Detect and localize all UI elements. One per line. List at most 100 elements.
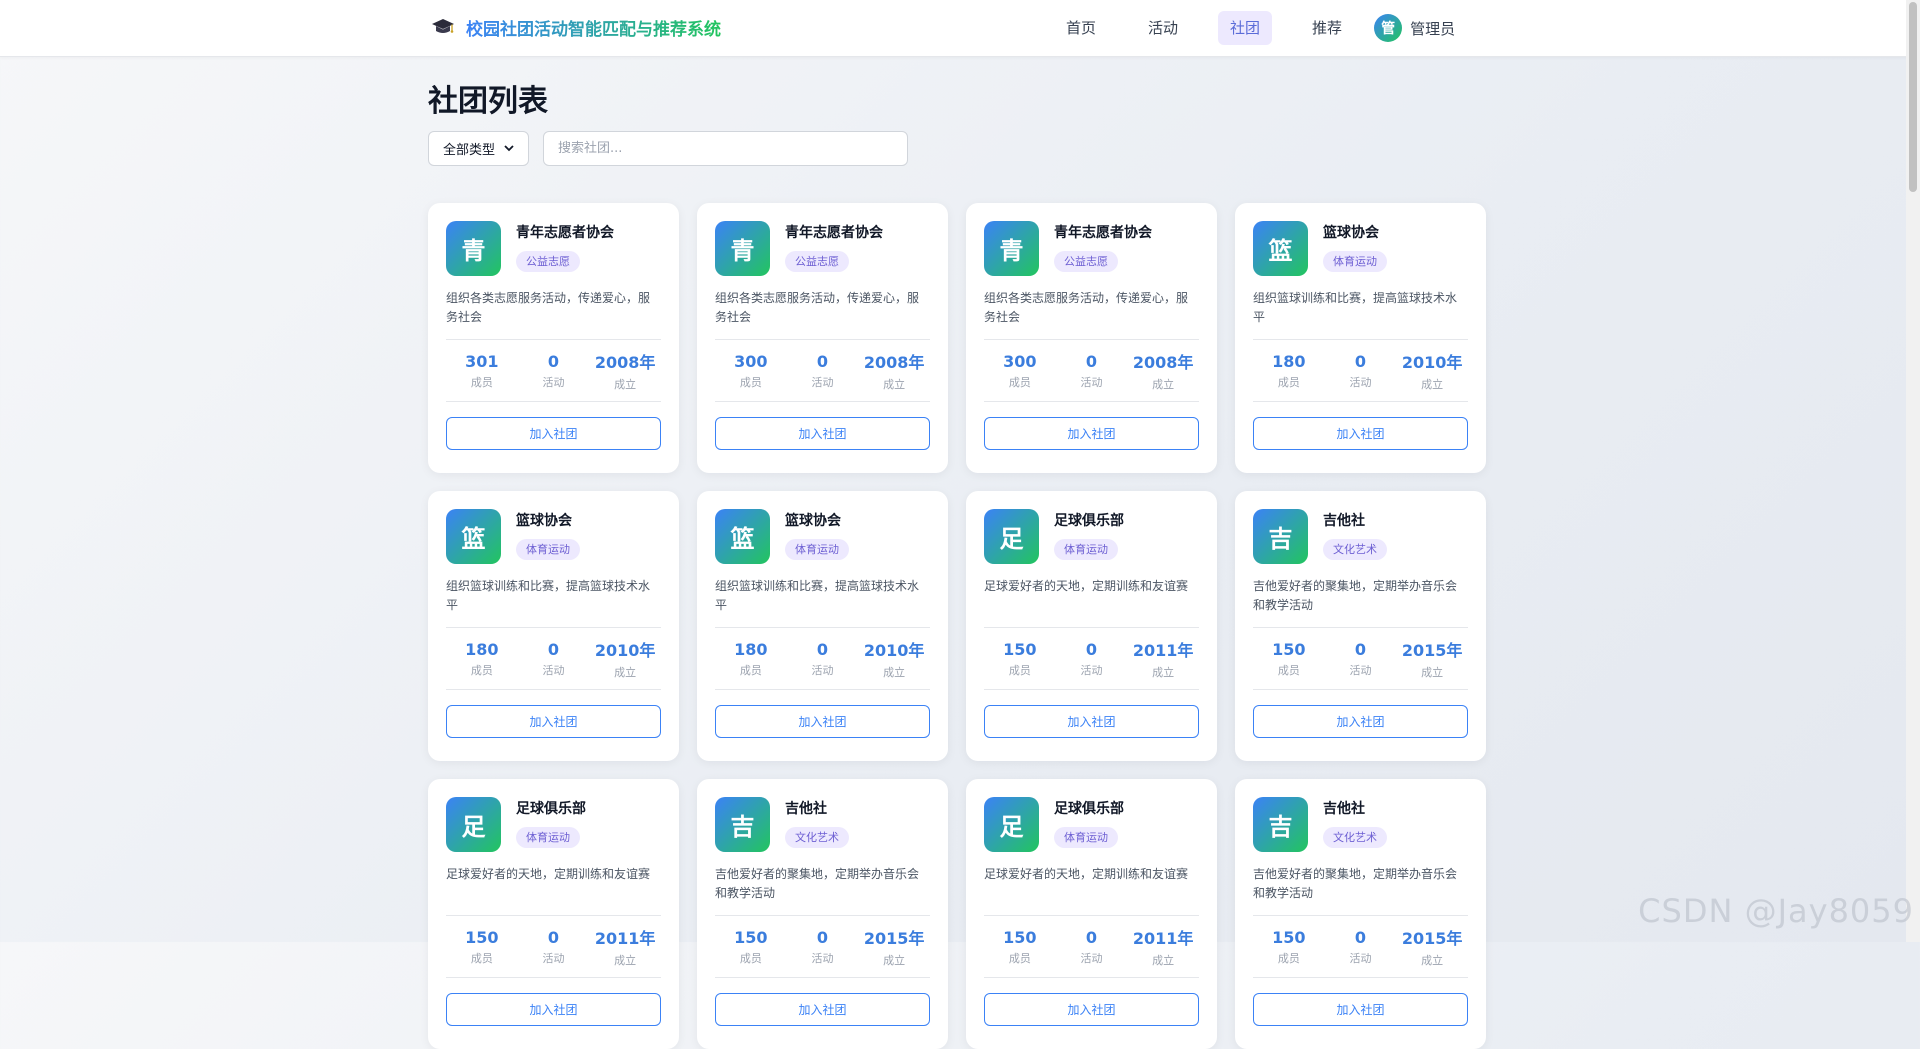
user-name: 管理员 <box>1410 19 1456 38</box>
club-name[interactable]: 吉他社 <box>1323 798 1387 818</box>
club-description: 组织篮球训练和比赛，提高篮球技术水平 <box>446 579 651 612</box>
club-category-tag: 公益志愿 <box>785 251 849 272</box>
club-name[interactable]: 吉他社 <box>785 798 849 818</box>
founded-label: 成立 <box>1152 378 1175 391</box>
type-filter-select[interactable]: 全部类型 <box>428 131 529 166</box>
club-category-tag: 体育运动 <box>516 539 580 560</box>
members-count: 300 <box>1003 351 1037 371</box>
club-card: 青 青年志愿者协会 公益志愿 组织各类志愿服务活动，传递爱心，服务社会 300 … <box>697 203 948 473</box>
activities-count: 0 <box>547 351 560 371</box>
nav-activities[interactable]: 活动 <box>1136 11 1190 45</box>
watermark: CSDN @Jay8059 <box>1638 892 1914 930</box>
club-card-header: 篮 篮球协会 体育运动 <box>446 509 661 564</box>
club-card-header: 足 足球俱乐部 体育运动 <box>984 509 1199 564</box>
club-description: 足球爱好者的天地，定期训练和友谊赛 <box>984 867 1189 881</box>
club-stats: 180 成员 0 活动 2010年 成立 <box>1253 339 1468 402</box>
club-name[interactable]: 足球俱乐部 <box>1054 510 1124 530</box>
join-club-button[interactable]: 加入社团 <box>1253 705 1468 738</box>
stat-activities: 0 活动 <box>518 640 588 678</box>
club-stats: 150 成员 0 活动 2011年 成立 <box>446 915 661 978</box>
club-name[interactable]: 篮球协会 <box>785 510 849 530</box>
founded-year: 2011年 <box>1132 641 1194 660</box>
members-label: 成员 <box>1277 375 1300 389</box>
join-club-button[interactable]: 加入社团 <box>984 705 1199 738</box>
scrollbar-thumb[interactable] <box>1909 2 1917 192</box>
join-club-button[interactable]: 加入社团 <box>446 417 661 450</box>
join-club-button[interactable]: 加入社团 <box>446 993 661 1026</box>
club-card-header: 青 青年志愿者协会 公益志愿 <box>715 221 930 276</box>
activities-count: 0 <box>816 639 829 659</box>
stat-activities: 0 活动 <box>1056 928 1126 966</box>
nav-clubs[interactable]: 社团 <box>1218 11 1273 45</box>
founded-label: 成立 <box>614 954 637 967</box>
join-club-button[interactable]: 加入社团 <box>1253 417 1468 450</box>
stat-members: 150 成员 <box>1254 928 1324 966</box>
brand[interactable]: 校园社团活动智能匹配与推荐系统 <box>430 14 721 40</box>
club-name[interactable]: 篮球协会 <box>516 510 580 530</box>
club-badge: 篮 <box>1253 221 1308 276</box>
stat-activities: 0 活动 <box>1325 928 1395 966</box>
page-scrollbar[interactable] <box>1906 0 1920 942</box>
club-category-tag: 体育运动 <box>785 539 849 560</box>
join-club-button[interactable]: 加入社团 <box>715 993 930 1026</box>
club-name[interactable]: 青年志愿者协会 <box>1054 222 1152 242</box>
club-card: 篮 篮球协会 体育运动 组织篮球训练和比赛，提高篮球技术水平 180 成员 0 … <box>697 491 948 761</box>
members-count: 180 <box>1272 351 1306 371</box>
stat-members: 150 成员 <box>1254 640 1324 678</box>
join-club-button[interactable]: 加入社团 <box>715 705 930 738</box>
club-name[interactable]: 青年志愿者协会 <box>516 222 614 242</box>
founded-year: 2011年 <box>1132 929 1194 948</box>
chevron-down-icon <box>504 141 514 156</box>
nav-recommend[interactable]: 推荐 <box>1300 11 1354 45</box>
stat-activities: 0 活动 <box>787 928 857 966</box>
club-description: 吉他爱好者的聚集地，定期举办音乐会和教学活动 <box>1253 867 1458 900</box>
nav-home[interactable]: 首页 <box>1054 11 1108 45</box>
club-stats: 300 成员 0 活动 2008年 成立 <box>984 339 1199 402</box>
search-input[interactable] <box>543 131 908 166</box>
club-category-tag: 体育运动 <box>1054 539 1118 560</box>
club-name[interactable]: 足球俱乐部 <box>516 798 586 818</box>
members-count: 150 <box>1003 639 1037 659</box>
club-name[interactable]: 青年志愿者协会 <box>785 222 883 242</box>
founded-year: 2010年 <box>863 641 925 660</box>
club-title-block: 足球俱乐部 体育运动 <box>1054 509 1124 560</box>
join-club-button[interactable]: 加入社团 <box>984 993 1199 1026</box>
join-club-button[interactable]: 加入社团 <box>1253 993 1468 1026</box>
club-title-block: 青年志愿者协会 公益志愿 <box>785 221 883 272</box>
club-title-block: 足球俱乐部 体育运动 <box>1054 797 1124 848</box>
club-name[interactable]: 吉他社 <box>1323 510 1387 530</box>
join-club-button[interactable]: 加入社团 <box>984 417 1199 450</box>
type-filter-value: 全部类型 <box>443 143 496 158</box>
stat-activities: 0 活动 <box>787 352 857 390</box>
club-name[interactable]: 足球俱乐部 <box>1054 798 1124 818</box>
club-title-block: 青年志愿者协会 公益志愿 <box>1054 221 1152 272</box>
graduation-cap-icon <box>430 14 456 40</box>
club-title-block: 吉他社 文化艺术 <box>785 797 849 848</box>
club-category-tag: 公益志愿 <box>1054 251 1118 272</box>
stat-members: 150 成员 <box>985 640 1055 678</box>
founded-label: 成立 <box>1421 666 1444 679</box>
user-menu[interactable]: 管 管理员 <box>1374 14 1455 42</box>
activities-count: 0 <box>1354 351 1367 371</box>
members-label: 成员 <box>1008 375 1031 389</box>
club-badge: 篮 <box>446 509 501 564</box>
members-label: 成员 <box>470 375 493 389</box>
club-badge: 足 <box>446 797 501 852</box>
join-club-button[interactable]: 加入社团 <box>446 705 661 738</box>
stat-members: 300 成员 <box>985 352 1055 390</box>
members-label: 成员 <box>470 951 493 965</box>
stat-members: 150 成员 <box>716 928 786 966</box>
members-count: 150 <box>734 927 768 947</box>
members-count: 150 <box>1272 639 1306 659</box>
club-badge: 青 <box>446 221 501 276</box>
members-label: 成员 <box>1277 663 1300 677</box>
join-club-button[interactable]: 加入社团 <box>715 417 930 450</box>
club-name[interactable]: 篮球协会 <box>1323 222 1387 242</box>
club-badge: 青 <box>984 221 1039 276</box>
founded-year: 2015年 <box>863 929 925 948</box>
club-title-block: 足球俱乐部 体育运动 <box>516 797 586 848</box>
activities-label: 活动 <box>1349 951 1372 965</box>
stat-activities: 0 活动 <box>787 640 857 678</box>
page-title: 社团列表 <box>428 84 548 119</box>
stat-activities: 0 活动 <box>1325 352 1395 390</box>
